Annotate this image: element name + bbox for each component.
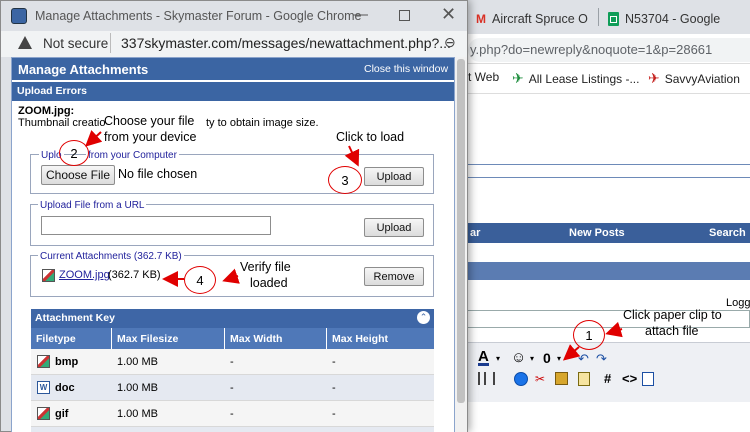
- annotation-click-to-load: Click to load: [336, 130, 405, 144]
- arrow-to-paperclip: [562, 344, 581, 361]
- arrow-to-choose-file: [85, 129, 103, 147]
- step-3-circle: 3: [328, 166, 362, 194]
- annotation-click-paper-clip: Click paper clip to: [623, 308, 722, 322]
- annotation-arrows: [85, 129, 623, 361]
- step-4-circle: 4: [184, 266, 216, 294]
- annotation-verify-file: Verify file: [240, 260, 291, 274]
- step-1-circle: 1: [573, 320, 605, 350]
- annotation-choose-file: Choose your file: [104, 114, 195, 128]
- step-2-circle: 2: [59, 140, 89, 166]
- annotation-loaded: loaded: [250, 276, 288, 290]
- annotation-attach-file: attach file: [645, 324, 699, 338]
- annotation-from-device: from your device: [104, 130, 197, 144]
- arrow-to-circle-1: [605, 321, 623, 338]
- arrow-to-verify: [222, 268, 240, 284]
- arrow-to-upload: [344, 145, 360, 167]
